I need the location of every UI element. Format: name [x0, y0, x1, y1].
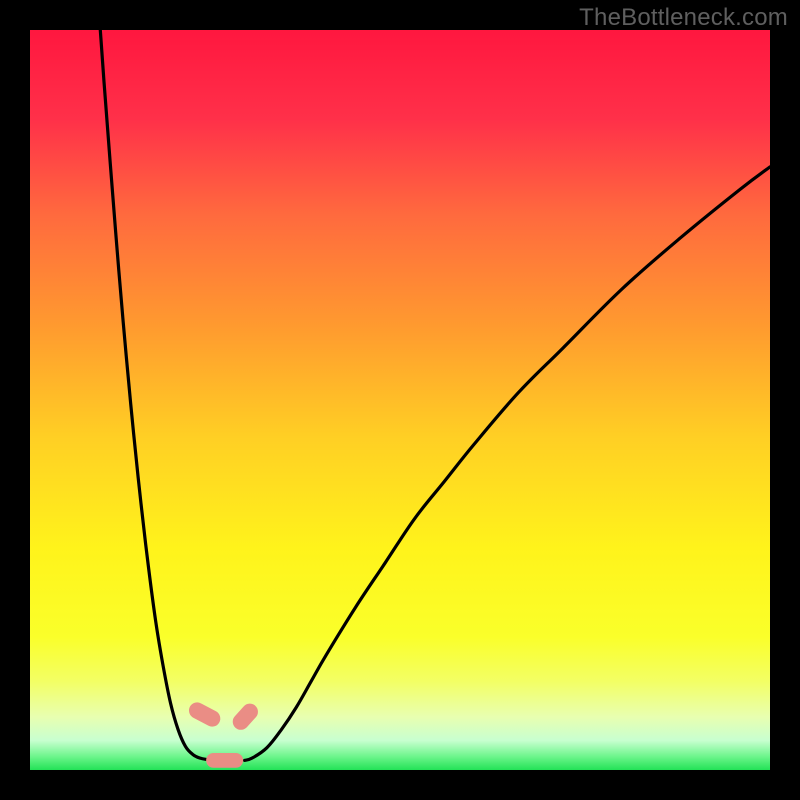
gradient-background: [30, 30, 770, 770]
marker-bottom: [206, 753, 243, 768]
watermark-label: TheBottleneck.com: [579, 4, 788, 32]
chart-frame: TheBottleneck.com: [0, 0, 800, 800]
chart-svg: [30, 30, 770, 770]
plot-area: [30, 30, 770, 770]
